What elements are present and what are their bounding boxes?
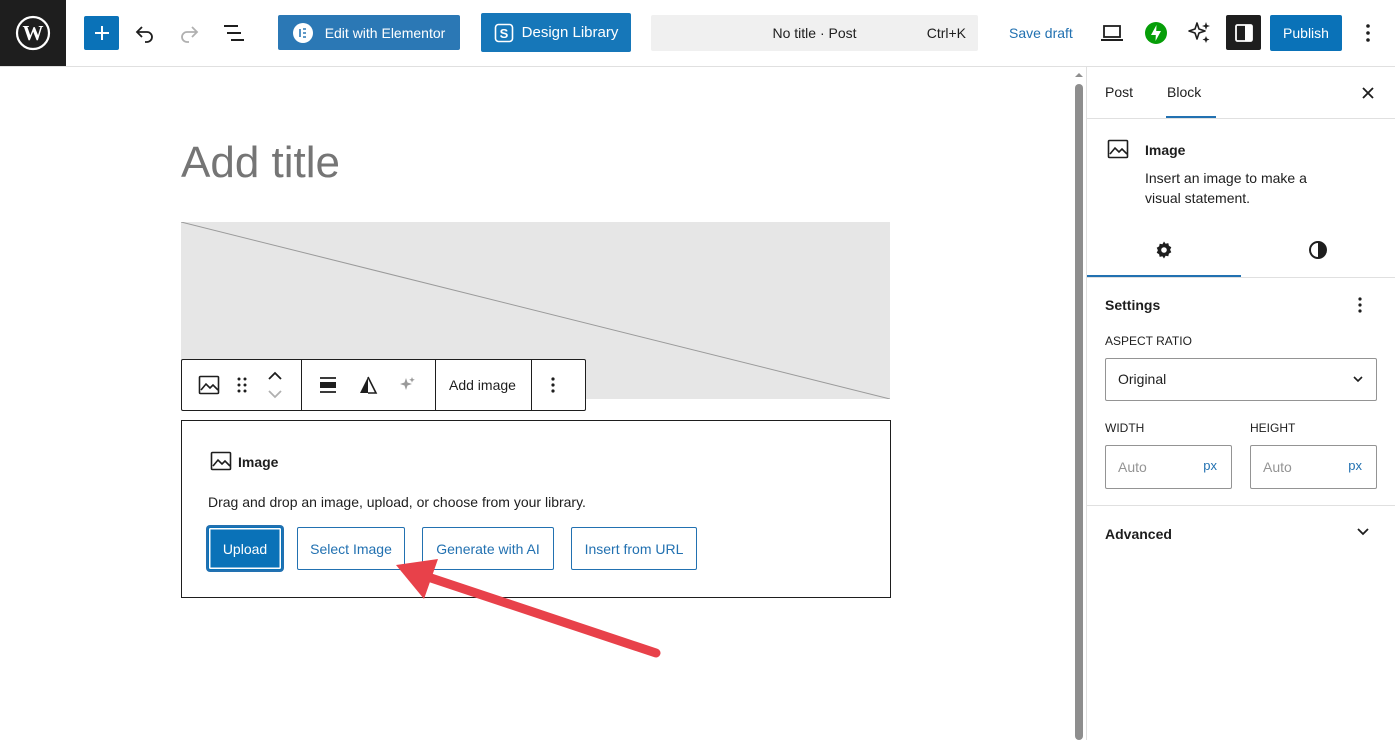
- block-card-description: Insert an image to make a visual stateme…: [1145, 170, 1307, 206]
- height-unit[interactable]: px: [1348, 446, 1362, 486]
- aspect-ratio-value: Original: [1118, 371, 1167, 387]
- keyboard-shortcut: Ctrl+K: [926, 25, 966, 41]
- scrollbar-thumb[interactable]: [1075, 84, 1083, 740]
- toolbar-separator: [301, 360, 302, 410]
- advanced-panel-toggle[interactable]: Advanced: [1105, 526, 1172, 542]
- options-menu-button[interactable]: [1358, 22, 1378, 44]
- height-input[interactable]: Auto px: [1250, 445, 1377, 489]
- sparkle-icon: [400, 377, 415, 390]
- move-down-button[interactable]: [266, 388, 284, 400]
- advanced-expand-button[interactable]: [1356, 527, 1370, 537]
- width-unit[interactable]: px: [1203, 446, 1217, 486]
- settings-panel-title[interactable]: Settings: [1105, 297, 1160, 313]
- chevron-down-icon: [1357, 528, 1369, 536]
- block-card-title: Image: [1145, 142, 1186, 158]
- settings-panel-toggle[interactable]: [1226, 15, 1261, 50]
- upload-button[interactable]: Upload: [208, 527, 282, 570]
- laptop-icon: [1101, 25, 1123, 41]
- drag-handle-icon: [237, 377, 247, 393]
- scroll-up-arrow-icon: [1075, 73, 1083, 77]
- post-title-input[interactable]: Add title: [181, 138, 340, 188]
- more-vertical-icon: [1366, 24, 1370, 42]
- redo-button[interactable]: [178, 22, 200, 44]
- svg-text:S: S: [499, 26, 508, 41]
- image-block-title: Image: [238, 454, 279, 470]
- align-none-icon: [320, 377, 336, 393]
- annotation-arrow: [390, 555, 670, 665]
- add-block-button[interactable]: [84, 16, 119, 50]
- settings-sidebar: Post Block Image Insert an image to make…: [1086, 67, 1395, 740]
- tab-block[interactable]: Block: [1167, 67, 1201, 118]
- chevron-up-icon: [268, 371, 282, 380]
- document-overview-button[interactable]: [222, 22, 246, 44]
- contrast-icon: [1309, 241, 1327, 259]
- toolbar-separator: [531, 360, 532, 410]
- jetpack-icon: [1145, 22, 1167, 44]
- plus-icon: [94, 26, 109, 40]
- duotone-button[interactable]: [358, 375, 378, 395]
- block-options-button[interactable]: [548, 375, 558, 395]
- design-library-button[interactable]: S Design Library: [481, 13, 631, 52]
- wordpress-logo-icon[interactable]: W: [0, 0, 66, 66]
- move-up-button[interactable]: [266, 370, 284, 382]
- tab-post[interactable]: Post: [1105, 67, 1133, 118]
- image-icon: [210, 451, 232, 471]
- divider: [1087, 505, 1395, 506]
- undo-button[interactable]: [134, 22, 156, 44]
- duotone-icon: [360, 376, 378, 394]
- close-icon: [1362, 87, 1374, 99]
- sparkles-icon: [1188, 22, 1210, 43]
- redo-icon: [181, 26, 199, 43]
- chevron-down-icon: [1353, 376, 1363, 383]
- align-button[interactable]: [318, 376, 338, 394]
- ai-image-button[interactable]: [397, 375, 417, 395]
- jetpack-button[interactable]: [1144, 21, 1168, 45]
- save-draft-button[interactable]: Save draft: [1009, 25, 1073, 41]
- more-vertical-icon: [1358, 297, 1362, 313]
- design-library-label: Design Library: [521, 24, 619, 41]
- preview-button[interactable]: [1100, 23, 1124, 43]
- height-placeholder: Auto: [1263, 459, 1292, 475]
- design-library-icon: S: [494, 23, 514, 43]
- width-label: WIDTH: [1105, 421, 1145, 435]
- toolbar-separator: [435, 360, 436, 410]
- close-sidebar-button[interactable]: [1359, 84, 1377, 102]
- aspect-ratio-label: ASPECT RATIO: [1105, 334, 1192, 348]
- block-toolbar: Add image: [181, 359, 586, 411]
- svg-text:W: W: [23, 21, 44, 45]
- add-image-button[interactable]: Add image: [449, 360, 516, 410]
- image-block-icon: [198, 375, 220, 395]
- styles-subtab[interactable]: [1308, 240, 1328, 260]
- command-palette-bar[interactable]: No title · Post Ctrl+K: [651, 15, 978, 51]
- sidebar-icon: [1234, 23, 1253, 42]
- undo-icon: [135, 26, 153, 43]
- drag-handle[interactable]: [235, 376, 249, 394]
- height-label: HEIGHT: [1250, 421, 1296, 435]
- settings-subtab[interactable]: [1154, 240, 1174, 260]
- aspect-ratio-select[interactable]: Original: [1105, 358, 1377, 401]
- ai-assistant-button[interactable]: [1187, 20, 1213, 46]
- chevron-down-icon: [268, 390, 282, 399]
- settings-options-button[interactable]: [1355, 295, 1365, 315]
- block-type-button[interactable]: [198, 375, 220, 395]
- image-block-description: Drag and drop an image, upload, or choos…: [208, 494, 586, 510]
- width-input[interactable]: Auto px: [1105, 445, 1232, 489]
- edit-with-elementor-button[interactable]: Edit with Elementor: [278, 15, 460, 50]
- publish-button[interactable]: Publish: [1270, 15, 1342, 51]
- list-view-icon: [224, 25, 244, 41]
- divider: [1087, 118, 1395, 119]
- divider: [1087, 277, 1395, 278]
- width-placeholder: Auto: [1118, 459, 1147, 475]
- image-block-icon: [1107, 139, 1129, 159]
- elementor-button-label: Edit with Elementor: [324, 24, 446, 41]
- more-vertical-icon: [551, 377, 555, 393]
- gear-icon: [1156, 241, 1172, 259]
- elementor-icon: [292, 22, 313, 43]
- select-image-button[interactable]: Select Image: [297, 527, 405, 570]
